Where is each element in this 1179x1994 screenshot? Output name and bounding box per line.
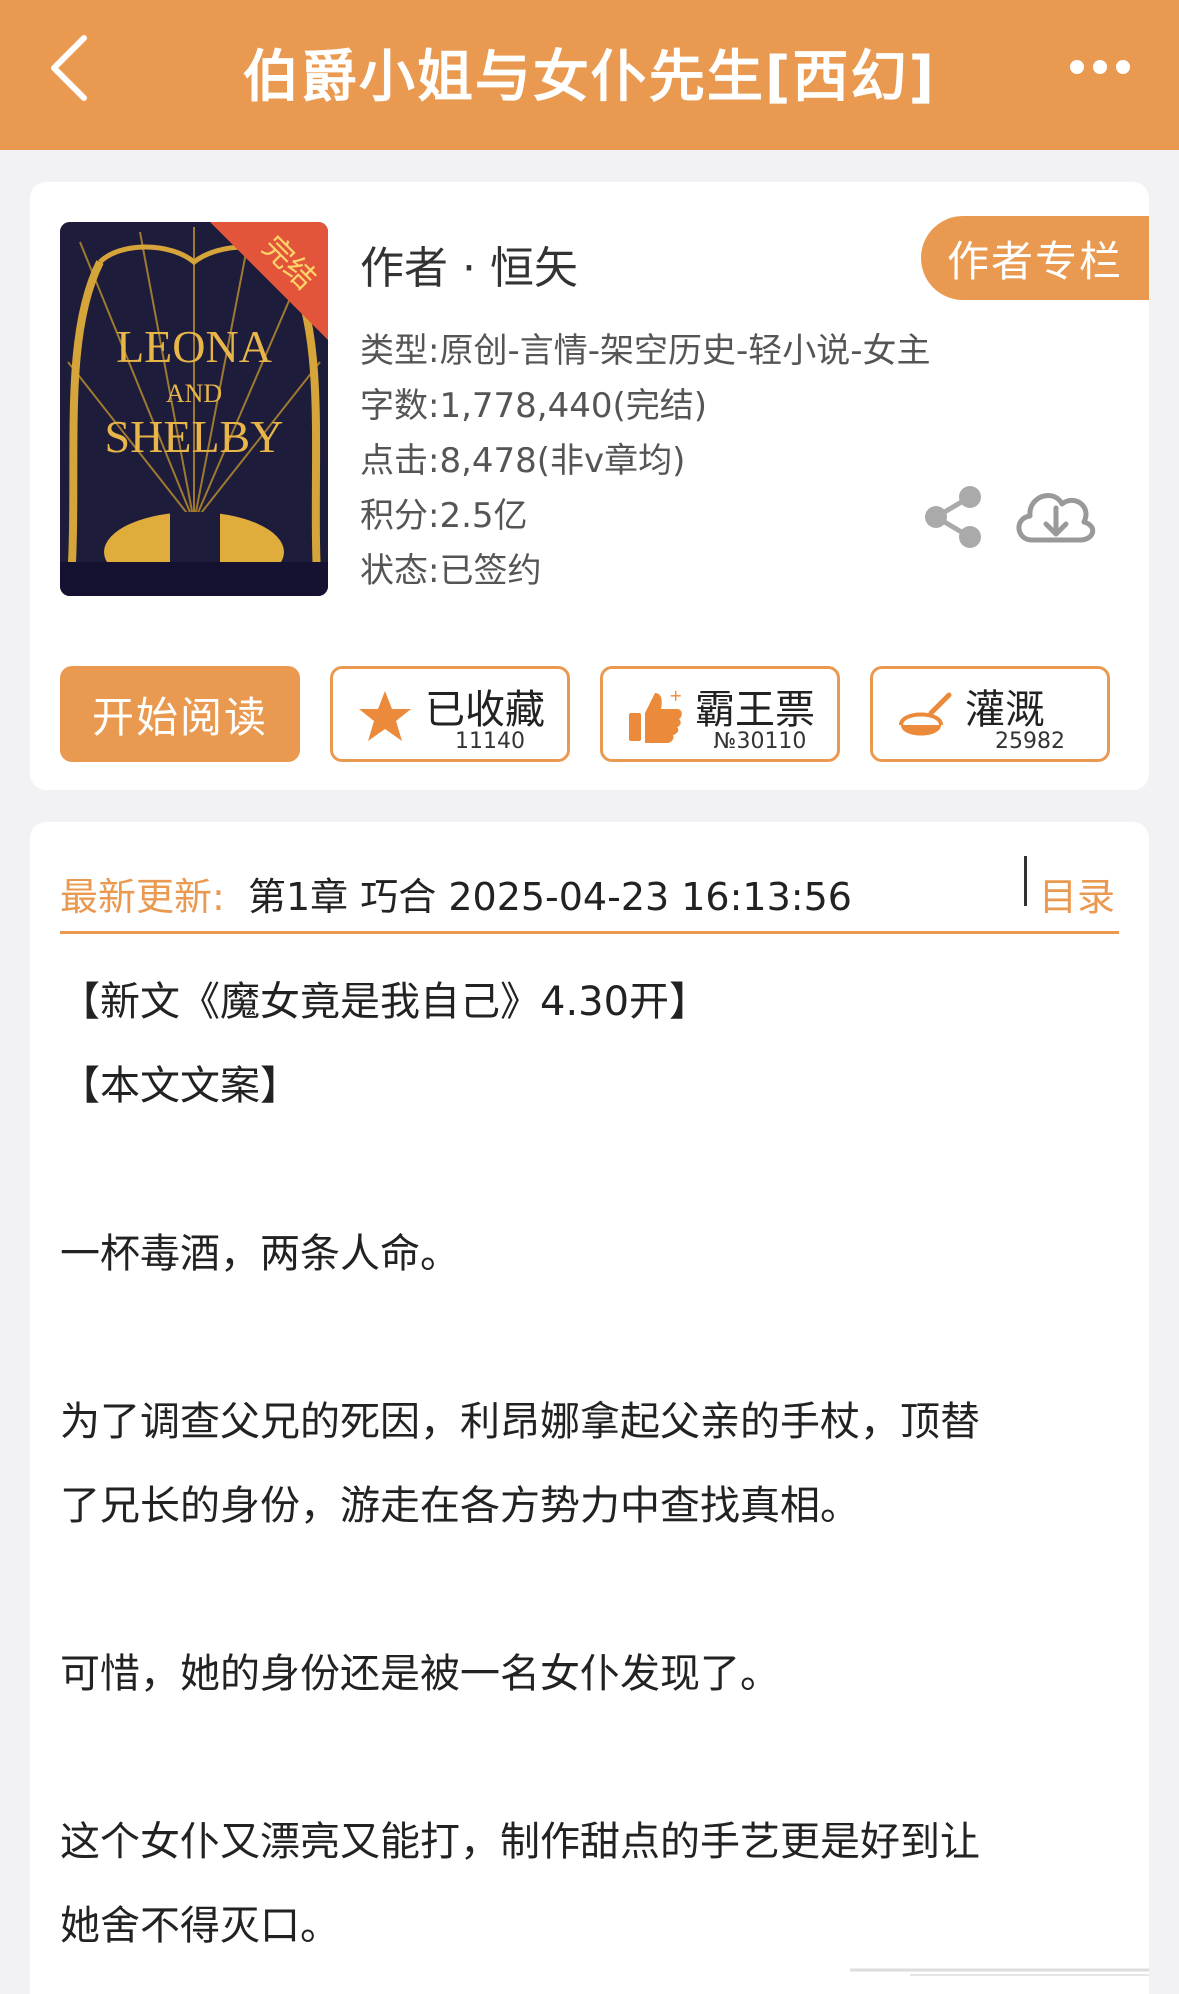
book-cover[interactable]: LEONA AND SHELBY 完结 — [60, 222, 328, 596]
thumbs-up-icon: + — [629, 687, 682, 743]
author-column-button[interactable]: 作者专栏 — [921, 216, 1149, 300]
favorite-button[interactable]: 已收藏 11140 — [330, 666, 570, 762]
summary-line: 【新文《魔女竟是我自己》4.30开】 — [60, 979, 710, 1025]
summary-line: 这个女仆又漂亮又能打，制作甜点的手艺更是好到让 — [60, 1819, 980, 1865]
latest-update-bar[interactable]: 最新更新: 第1章 巧合 2025-04-23 16:13:56 目录 — [60, 852, 1119, 934]
meta-clicks: 点击:8,478(非v章均) — [360, 441, 686, 481]
table-of-contents-link[interactable]: 目录 — [1039, 866, 1115, 921]
vote-count: №30110 — [713, 729, 807, 754]
latest-update-label: 最新更新: — [60, 875, 225, 919]
book-meta: 类型:原创-言情-架空历史-轻小说-女主 字数:1,778,440(完结) 点击… — [360, 324, 931, 599]
more-options-icon[interactable] — [1065, 42, 1135, 92]
meta-word-count: 字数:1,778,440(完结) — [360, 386, 708, 426]
cover-title-3: SHELBY — [105, 411, 284, 462]
share-icon[interactable] — [918, 482, 988, 552]
star-icon — [359, 691, 411, 741]
author-name[interactable]: 作者 · 恒矢 — [360, 232, 578, 296]
page-title: 伯爵小姐与女仆先生[西幻] — [242, 45, 937, 110]
watermark-lines — [850, 1968, 1149, 1976]
summary-line: 一杯毒酒，两条人命。 — [60, 1231, 460, 1277]
vote-button[interactable]: + 霸王票 №30110 — [600, 666, 840, 762]
cover-title-2: AND — [166, 379, 222, 408]
cloud-download-icon[interactable] — [1010, 478, 1098, 556]
favorite-count: 11140 — [455, 729, 525, 754]
water-label: 灌溉 — [965, 687, 1045, 733]
latest-update-chapter[interactable]: 第1章 巧合 2025-04-23 16:13:56 — [248, 866, 852, 921]
summary-card: 最新更新: 第1章 巧合 2025-04-23 16:13:56 目录 【新文《… — [30, 822, 1149, 1994]
action-buttons: 开始阅读 已收藏 11140 + 霸王票 №30110 灌溉 25982 — [60, 666, 1119, 764]
meta-status: 状态:已签约 — [360, 551, 542, 591]
water-button[interactable]: 灌溉 25982 — [870, 666, 1110, 762]
book-info-card: LEONA AND SHELBY 完结 作者 · 恒矢 作者专栏 类型:原创-言… — [30, 182, 1149, 790]
summary-line: 了兄长的身份，游走在各方势力中查找真相。 — [60, 1483, 860, 1529]
start-reading-button[interactable]: 开始阅读 — [60, 666, 300, 762]
nav-header: 伯爵小姐与女仆先生[西幻] — [0, 0, 1179, 150]
summary-line: 为了调查父兄的死因，利昂娜拿起父亲的手杖，顶替 — [60, 1399, 980, 1445]
summary-line: 她舍不得灭口。 — [60, 1903, 340, 1949]
summary-line: 可惜，她的身份还是被一名女仆发现了。 — [60, 1651, 780, 1697]
favorite-label: 已收藏 — [425, 687, 545, 733]
summary-text: 【新文《魔女竟是我自己》4.30开】 【本文文案】 一杯毒酒，两条人命。 为了调… — [60, 960, 1119, 1968]
cover-title-1: LEONA — [116, 321, 272, 372]
divider — [1024, 856, 1027, 906]
meta-type: 类型:原创-言情-架空历史-轻小说-女主 — [360, 331, 931, 371]
meta-score: 积分:2.5亿 — [360, 496, 528, 536]
water-count: 25982 — [995, 729, 1065, 754]
svg-text:+: + — [669, 687, 682, 705]
vote-label: 霸王票 — [695, 687, 815, 733]
watering-flask-icon — [899, 692, 952, 736]
summary-line: 【本文文案】 — [60, 1063, 300, 1109]
cover-art: LEONA AND SHELBY 完结 — [60, 222, 328, 596]
